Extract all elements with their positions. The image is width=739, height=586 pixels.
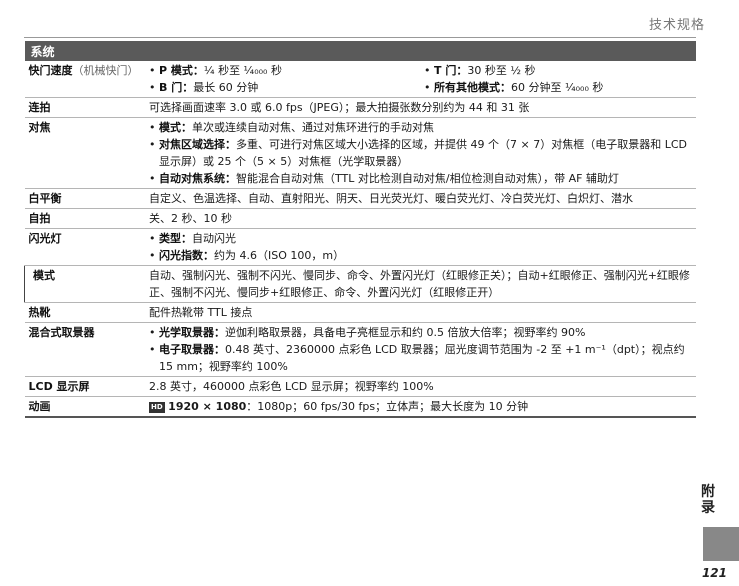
lcd-value: 2.8 英寸，460000 点彩色 LCD 显示屏；视野率约 100% (145, 376, 696, 397)
t-mode-value: 30 秒至 ½ 秒 (467, 64, 536, 77)
p-mode-label: P 模式： (159, 64, 204, 77)
flash-type-label: 类型： (159, 232, 192, 245)
table-row: 动画 HD 1920 × 1080：1080p；60 fps/30 fps；立体… (24, 396, 696, 418)
movie-resolution: 1920 × 1080 (168, 400, 247, 413)
flash-type-value: 自动闪光 (192, 232, 236, 245)
table-row: 连拍 可选择画面速率 3.0 或 6.0 fps（JPEG）；最大拍摄张数分别约… (24, 97, 696, 118)
header-divider (24, 37, 696, 38)
row-value-shutter: • P 模式：¼ 秒至 ¹⁄₄₀₀₀ 秒 • B 门：最长 60 分钟 • T … (145, 61, 696, 98)
page-header-title: 技术规格 (648, 18, 705, 33)
page-number: 121 (701, 566, 727, 580)
table-row: LCD 显示屏 2.8 英寸，460000 点彩色 LCD 显示屏；视野率约 1… (24, 376, 696, 397)
shutter-label: 快门速度 (28, 64, 73, 77)
spec-table: 系统 快门速度（机械快门） • P 模式：¼ 秒至 ¹⁄₄₀₀₀ 秒 • B 门… (24, 41, 696, 418)
flash-gn-value: 约为 4.6（ISO 100，m） (214, 249, 345, 262)
b-mode-label: B 门： (159, 81, 194, 94)
appendix-tab: 附录 (701, 484, 715, 516)
shutter-label-sub: （机械快门） (72, 64, 139, 77)
af-system-value: 智能混合自动对焦（TTL 对比检测自动对焦/相位检测自动对焦），带 AF 辅助灯 (236, 172, 619, 185)
ovf-label: 光学取景器： (159, 326, 225, 339)
table-row: 模式 自动、强制闪光、强制不闪光、慢同步、命令、外置闪光灯（红眼修正关）；自动+… (24, 265, 696, 303)
flash-mode-value: 自动、强制闪光、强制不闪光、慢同步、命令、外置闪光灯（红眼修正关）；自动+红眼修… (145, 265, 696, 303)
table-row: 自拍 关、2 秒、10 秒 (24, 208, 696, 229)
row-label-shutter: 快门速度（机械快门） (24, 61, 145, 98)
wb-value: 自定义、色温选择、自动、直射阳光、阴天、日光荧光灯、暖白荧光灯、冷白荧光灯、白炽… (145, 188, 696, 209)
flash-gn-label: 闪光指数： (159, 249, 214, 262)
table-row: 混合式取景器 • 光学取景器：逆伽利略取景器，具备电子亮框显示和约 0.5 倍放… (24, 322, 696, 377)
selftimer-value: 关、2 秒、10 秒 (145, 208, 696, 229)
focus-label: 对焦 (24, 117, 145, 189)
table-row: 闪光灯 • 类型：自动闪光 • 闪光指数：约为 4.6（ISO 100，m） (24, 228, 696, 266)
movie-value: ：1080p；60 fps/30 fps；立体声；最大长度为 10 分钟 (246, 400, 529, 413)
focus-area-label: 对焦区域选择： (159, 138, 236, 151)
focus-mode-label: 模式： (159, 121, 192, 134)
b-mode-value: 最长 60 分钟 (193, 81, 259, 94)
focus-area-value: 多重、可进行对焦区域大小选择的区域，并提供 49 个（7 × 7）对焦框（电子取… (159, 138, 687, 168)
burst-value: 可选择画面速率 3.0 或 6.0 fps（JPEG）；最大拍摄张数分别约为 4… (145, 97, 696, 118)
af-system-label: 自动对焦系统： (159, 172, 236, 185)
focus-mode-value: 单次或连续自动对焦、通过对焦环进行的手动对焦 (192, 121, 434, 134)
selftimer-label: 自拍 (24, 208, 145, 229)
wb-label: 白平衡 (24, 188, 145, 209)
evf-label: 电子取景器： (159, 343, 225, 356)
table-row: 对焦 • 模式：单次或连续自动对焦、通过对焦环进行的手动对焦 • 对焦区域选择：… (24, 117, 696, 189)
finder-label: 混合式取景器 (24, 322, 145, 377)
table-row: 白平衡 自定义、色温选择、自动、直射阳光、阴天、日光荧光灯、暖白荧光灯、冷白荧光… (24, 188, 696, 209)
burst-label: 连拍 (24, 97, 145, 118)
row-value-finder: • 光学取景器：逆伽利略取景器，具备电子亮框显示和约 0.5 倍放大倍率；视野率… (145, 322, 696, 377)
table-row: 热靴 配件热靴带 TTL 接点 (24, 302, 696, 323)
row-value-movie: HD 1920 × 1080：1080p；60 fps/30 fps；立体声；最… (145, 396, 696, 418)
table-row: 快门速度（机械快门） • P 模式：¼ 秒至 ¹⁄₄₀₀₀ 秒 • B 门：最长… (24, 61, 696, 98)
lcd-label: LCD 显示屏 (24, 376, 145, 397)
ovf-value: 逆伽利略取景器，具备电子亮框显示和约 0.5 倍放大倍率；视野率约 90% (225, 326, 586, 339)
appendix-tab-marker (703, 527, 739, 561)
movie-label: 动画 (24, 396, 145, 418)
other-mode-label: 所有其他模式： (434, 81, 511, 94)
hotshoe-label: 热靴 (24, 302, 145, 323)
hotshoe-value: 配件热靴带 TTL 接点 (145, 302, 696, 323)
hd-movie-icon: HD (149, 402, 165, 413)
row-value-focus: • 模式：单次或连续自动对焦、通过对焦环进行的手动对焦 • 对焦区域选择：多重、… (145, 117, 696, 189)
flash-mode-label: 模式 (24, 265, 145, 303)
section-heading: 系统 (24, 41, 696, 61)
p-mode-value: ¼ 秒至 ¹⁄₄₀₀₀ 秒 (203, 64, 282, 77)
flash-label: 闪光灯 (24, 228, 145, 266)
row-value-flash: • 类型：自动闪光 • 闪光指数：约为 4.6（ISO 100，m） (145, 228, 696, 266)
evf-value: 0.48 英寸、2360000 点彩色 LCD 取景器；屈光度调节范围为 -2 … (159, 343, 685, 373)
t-mode-label: T 门： (434, 64, 468, 77)
other-mode-value: 60 分钟至 ¹⁄₄₀₀₀ 秒 (511, 81, 604, 94)
